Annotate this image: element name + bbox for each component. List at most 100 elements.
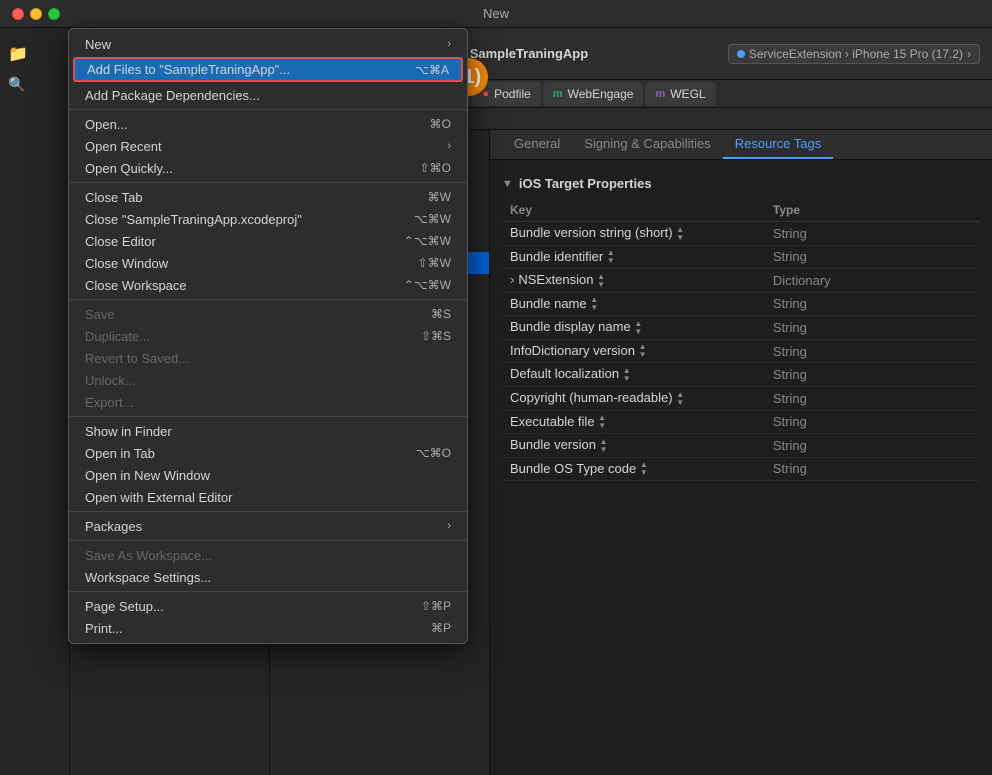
menu-item-save-workspace-label: Save As Workspace... [85,548,212,563]
menu-shortcut-open: ⌘O [430,117,451,131]
menu-item-open-new-window-label: Open in New Window [85,468,210,483]
prop-type-9: String [765,434,980,458]
menu-shortcut-close-workspace: ⌃⌥⌘W [404,278,451,292]
menu-item-duplicate: Duplicate... ⇧⌘S [69,325,467,347]
menu-item-revert-label: Revert to Saved... [85,351,189,366]
menu-item-save-workspace: Save As Workspace... [69,544,467,566]
tab-wegl[interactable]: m WEGL [645,82,715,106]
tab-webengage[interactable]: m WebEngage [543,82,644,106]
device-label: ServiceExtension › iPhone 15 Pro (17.2) [749,47,963,61]
stepper-0[interactable]: ▲▼ [676,226,684,242]
prop-type-7: String [765,386,980,410]
menu-item-new-label: New [85,37,111,52]
stepper-1[interactable]: ▲▼ [607,249,615,265]
stepper-8[interactable]: ▲▼ [598,414,606,430]
menu-item-open-label: Open... [85,117,128,132]
menu-shortcut-close-editor: ⌃⌥⌘W [404,234,451,248]
tab-signing-label: Signing & Capabilities [584,136,710,151]
menu-item-close-project[interactable]: Close "SampleTraningApp.xcodeproj" ⌥⌘W [69,208,467,230]
separator-5 [69,511,467,512]
stepper-9[interactable]: ▲▼ [600,438,608,454]
menu-item-open-new-window[interactable]: Open in New Window [69,464,467,486]
menu-item-close-editor[interactable]: Close Editor ⌃⌥⌘W [69,230,467,252]
menu-item-show-finder[interactable]: Show in Finder [69,420,467,442]
menu-item-add-files[interactable]: Add Files to "SampleTraningApp"... ⌥⌘A [73,57,463,82]
menu-item-page-setup[interactable]: Page Setup... ⇧⌘P [69,595,467,617]
stepper-7[interactable]: ▲▼ [676,391,684,407]
menu-item-open[interactable]: Open... ⌘O [69,113,467,135]
prop-type-10: String [765,457,980,481]
menu-item-add-package[interactable]: Add Package Dependencies... [69,84,467,106]
ns-expand-icon[interactable]: › [510,272,514,287]
submenu-arrow-new: › [447,38,451,50]
menu-item-workspace-settings[interactable]: Workspace Settings... [69,566,467,588]
maximize-button[interactable] [48,8,60,20]
prop-type-2: Dictionary [765,269,980,293]
menu-item-export-label: Export... [85,395,133,410]
traffic-lights [12,8,60,20]
menu-item-open-tab-label: Open in Tab [85,446,155,461]
menu-item-close-window[interactable]: Close Window ⇧⌘W [69,252,467,274]
menu-item-open-recent[interactable]: Open Recent › [69,135,467,157]
separator-6 [69,540,467,541]
sidebar-search-icon[interactable]: 🔍 [8,76,28,96]
menu-shortcut-save: ⌘S [431,307,451,321]
submenu-arrow-recent: › [447,140,451,152]
menu-item-new[interactable]: New › [69,33,467,55]
prop-key-8: Executable file ▲▼ [502,410,765,434]
section-title: iOS Target Properties [519,176,652,191]
table-row: Bundle identifier ▲▼ String [502,245,980,269]
properties-table: Key Type Bundle version string (short) ▲… [502,199,980,481]
menu-shortcut-open-quickly: ⇧⌘O [420,161,451,175]
stepper-6[interactable]: ▲▼ [623,367,631,383]
tab-podfile[interactable]: ● Podfile [472,82,540,106]
menu-item-packages[interactable]: Packages › [69,515,467,537]
device-selector[interactable]: ServiceExtension › iPhone 15 Pro (17.2) … [728,44,980,64]
section-toggle-icon[interactable]: ▼ [502,178,513,190]
separator-7 [69,591,467,592]
tab-resource-tags-label: Resource Tags [735,136,821,151]
stepper-10[interactable]: ▲▼ [640,461,648,477]
menu-item-show-finder-label: Show in Finder [85,424,172,439]
titlebar: New [0,0,992,28]
prop-type-6: String [765,363,980,387]
menu-item-duplicate-label: Duplicate... [85,329,150,344]
tab-resource-tags[interactable]: Resource Tags [723,130,833,159]
inspector-tab-bar: General Signing & Capabilities Resource … [490,130,992,160]
menu-item-close-tab-label: Close Tab [85,190,143,205]
stepper-4[interactable]: ▲▼ [634,320,642,336]
menu-item-add-files-label: Add Files to "SampleTraningApp"... [87,62,290,77]
menu-item-open-recent-label: Open Recent [85,139,162,154]
submenu-arrow-packages: › [447,520,451,532]
table-row: Bundle name ▲▼ String [502,292,980,316]
menu-item-close-window-label: Close Window [85,256,168,271]
inspector-content: ▼ iOS Target Properties Key Type B [490,160,992,775]
menu-item-page-setup-label: Page Setup... [85,599,164,614]
menu-shortcut-close-tab: ⌘W [428,190,451,204]
stepper-5[interactable]: ▲▼ [639,343,647,359]
table-row: Default localization ▲▼ String [502,363,980,387]
separator-3 [69,299,467,300]
stepper-2[interactable]: ▲▼ [597,273,605,289]
stepper-3[interactable]: ▲▼ [590,296,598,312]
menu-item-print[interactable]: Print... ⌘P [69,617,467,639]
chevron-down-icon: › [967,47,971,61]
menu-item-open-external[interactable]: Open with External Editor [69,486,467,508]
menu-shortcut-page-setup: ⇧⌘P [421,599,451,613]
table-row: Executable file ▲▼ String [502,410,980,434]
minimize-button[interactable] [30,8,42,20]
menu-item-close-tab[interactable]: Close Tab ⌘W [69,186,467,208]
col-type-header: Type [765,199,980,222]
menu-item-add-package-label: Add Package Dependencies... [85,88,260,103]
menu-item-open-quickly[interactable]: Open Quickly... ⇧⌘O [69,157,467,179]
menu-item-close-workspace[interactable]: Close Workspace ⌃⌥⌘W [69,274,467,296]
menu-item-export: Export... [69,391,467,413]
prop-type-3: String [765,292,980,316]
menu-item-open-tab[interactable]: Open in Tab ⌥⌘O [69,442,467,464]
tab-general[interactable]: General [502,130,572,159]
close-button[interactable] [12,8,24,20]
sidebar-folder-icon[interactable]: 📁 [8,44,28,64]
table-row: Bundle display name ▲▼ String [502,316,980,340]
tab-signing[interactable]: Signing & Capabilities [572,130,722,159]
separator-1 [69,109,467,110]
